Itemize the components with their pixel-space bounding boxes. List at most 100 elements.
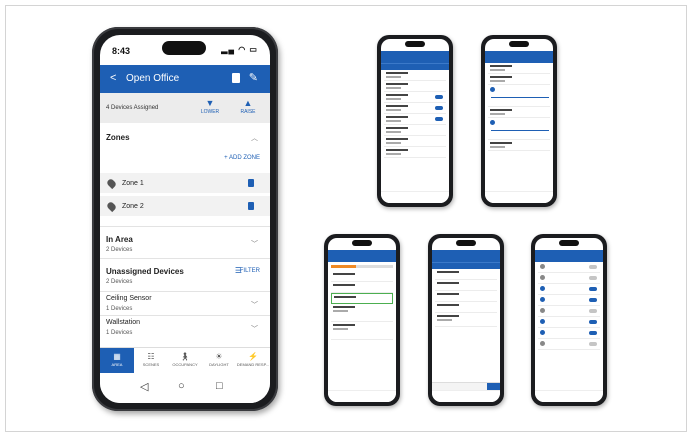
device-name: Wallstation [106,319,140,326]
status-time: 8:43 [112,46,131,56]
main-phone: 8:43 ▂▄ ◠ ▭ < Open Office ✎ 4 Devices As… [92,27,278,411]
thumbnail-row [488,63,550,74]
devices-assigned-count: 4 Devices Assigned [106,105,159,111]
zone-row[interactable]: Zone 2 [100,196,270,219]
thumbnail-status-bar [485,39,553,51]
thumbnail-status-bar [432,238,500,250]
system-back-icon[interactable]: ◁ [140,380,148,393]
location-pin-icon [105,177,118,190]
zone-row[interactable]: Zone 1 [100,173,270,196]
thumbnail-row [384,103,446,114]
thumbnail-row [538,339,600,350]
thumbnail-header [535,250,603,262]
nav-daylight[interactable]: ☀ DAYLIGHT [202,348,236,373]
daylight-icon: ☀ [215,352,223,361]
expand-chevron-icon[interactable]: ﹀ [251,239,258,249]
zone-label: Zone 2 [122,203,144,210]
in-area-title: In Area [106,235,133,244]
zones-title: Zones [106,133,130,142]
thumbnail-row [435,313,497,327]
page-title: Open Office [126,73,180,84]
nav-demand-response[interactable]: ⚡ DEMAND RESP... [236,348,270,373]
delete-zone-icon[interactable] [248,202,254,210]
add-zone-button[interactable]: + ADD ZONE [224,155,260,161]
lower-button[interactable]: ▼ LOWER [198,97,222,115]
location-pin-icon [105,200,118,213]
back-arrow-icon[interactable]: < [110,72,116,84]
app-header: < Open Office ✎ [100,65,270,93]
nav-label: DEMAND RESP... [236,362,270,367]
thumbnail-row [384,136,446,147]
device-count: 1 Devices [106,306,133,312]
filter-button[interactable]: FILTER [240,268,260,274]
nav-label: SCENES [142,362,160,367]
unassigned-section: Unassigned Devices 2 Devices ☰ FILTER Ce… [100,259,270,343]
collapse-chevron-icon[interactable]: ︿ [251,133,258,143]
thumbnail-row [384,70,446,81]
system-home-icon[interactable]: ○ [178,380,185,392]
delete-zone-icon[interactable] [248,179,254,187]
thumbnail-row [538,317,600,328]
thumbnail-row [538,284,600,295]
nav-area[interactable]: ▦ AREA [100,348,134,373]
thumbnail-header [485,51,553,63]
thumbnail-row [488,107,550,118]
demand-response-icon: ⚡ [248,352,258,361]
system-recents-icon[interactable]: □ [216,380,223,392]
in-area-section[interactable]: In Area 2 Devices ﹀ [100,227,270,259]
thumbnail-row [538,262,600,273]
nav-occupancy[interactable]: 🚶︎ OCCUPANCY [168,348,202,373]
device-row[interactable]: Wallstation 1 Devices ﹀ [100,315,270,339]
thumbnail-status-bar [381,39,449,51]
thumbnail-row [384,81,446,92]
area-icon: ▦ [113,352,121,361]
thumbnail-row [384,92,446,103]
delete-icon[interactable] [232,73,240,83]
raise-arrow-icon: ▲ [243,98,253,108]
thumbnail-screen [535,238,603,402]
thumbnail-row [331,282,393,293]
lower-label: LOWER [200,109,220,115]
thumbnail-phone-zone-devices [324,234,400,406]
devices-assigned-bar: 4 Devices Assigned ▼ LOWER ▲ RAISE [100,93,270,123]
thumbnail-system-bar [328,390,396,402]
thumbnail-header [432,250,500,262]
thumbnail-system-bar [535,390,603,402]
device-row[interactable]: Ceiling Sensor 1 Devices ﹀ [100,291,270,315]
thumbnail-system-bar [432,390,500,402]
thumbnail-phone-scheduling [531,234,607,406]
thumbnail-row [384,125,446,136]
thumbnail-progress [331,265,393,268]
thumbnail-phone-zone-settings [377,35,453,207]
thumbnail-screen [432,238,500,402]
thumbnail-slider-row [488,85,550,107]
expand-chevron-icon[interactable]: ﹀ [251,300,258,310]
thumbnail-header [328,250,396,262]
thumbnail-row [538,295,600,306]
screenshot-frame: 8:43 ▂▄ ◠ ▭ < Open Office ✎ 4 Devices As… [0,0,692,437]
thumbnail-row [488,74,550,85]
thumbnail-status-bar [328,238,396,250]
unassigned-count: 2 Devices [106,279,133,285]
nav-label: DAYLIGHT [209,362,229,367]
nav-scenes[interactable]: ☷ SCENES [134,348,168,373]
unassigned-title: Unassigned Devices [106,267,184,276]
thumbnail-row [435,280,497,291]
raise-button[interactable]: ▲ RAISE [236,97,260,115]
thumbnail-bottom-nav [432,382,500,391]
camera-notch [456,240,476,246]
thumbnail-row [384,147,446,158]
thumbnail-header [381,51,449,63]
thumbnail-tabs [381,63,449,70]
thumbnail-screen [485,39,553,203]
camera-notch [405,41,425,47]
thumbnail-row [538,306,600,317]
edit-icon[interactable]: ✎ [249,71,258,84]
thumbnail-phone-setup-scene [481,35,557,207]
system-navigation-bar: ◁ ○ □ [100,373,270,403]
camera-notch [352,240,372,246]
main-phone-screen: 8:43 ▂▄ ◠ ▭ < Open Office ✎ 4 Devices As… [100,35,270,403]
zone-label: Zone 1 [122,180,144,187]
expand-chevron-icon[interactable]: ﹀ [251,324,258,334]
thumbnail-phone-demand-response [428,234,504,406]
